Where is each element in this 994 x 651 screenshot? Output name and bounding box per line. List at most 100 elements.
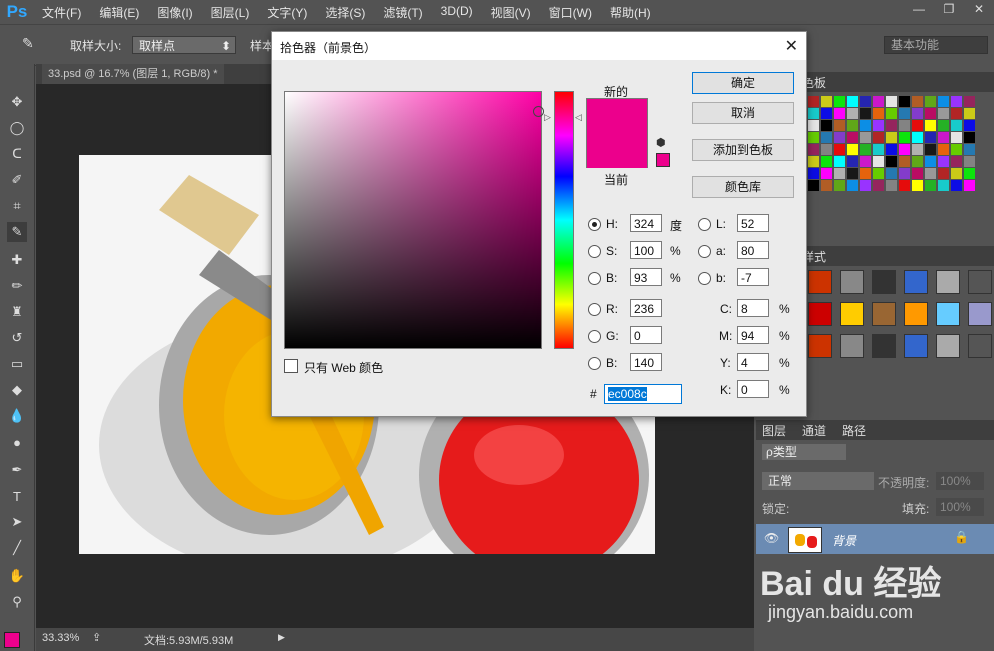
swatch-cell[interactable] bbox=[821, 96, 832, 107]
swatch-cell[interactable] bbox=[951, 156, 962, 167]
path-select-tool-icon[interactable]: ➤ bbox=[7, 512, 27, 532]
swatch-cell[interactable] bbox=[964, 144, 975, 155]
add-to-swatches-button[interactable]: 添加到色板 bbox=[692, 139, 794, 161]
workspace-select[interactable]: 基本功能 bbox=[884, 36, 988, 54]
brush-tool-icon[interactable]: ✏ bbox=[7, 276, 27, 296]
swatch-cell[interactable] bbox=[834, 168, 845, 179]
current-color-swatch[interactable] bbox=[587, 134, 647, 168]
swatch-cell[interactable] bbox=[938, 144, 949, 155]
swatch-cell[interactable] bbox=[951, 96, 962, 107]
swatch-cell[interactable] bbox=[860, 156, 871, 167]
style-cell[interactable] bbox=[936, 270, 960, 294]
style-cell[interactable] bbox=[808, 302, 832, 326]
hex-field[interactable]: ec008c bbox=[604, 384, 682, 404]
r-field[interactable]: 236 bbox=[630, 299, 662, 317]
swatch-cell[interactable] bbox=[821, 144, 832, 155]
swatch-cell[interactable] bbox=[964, 120, 975, 131]
eyedropper-icon[interactable]: ✎ bbox=[22, 35, 34, 52]
swatch-cell[interactable] bbox=[860, 180, 871, 191]
swatch-cell[interactable] bbox=[899, 168, 910, 179]
swatch-cell[interactable] bbox=[951, 132, 962, 143]
style-cell[interactable] bbox=[968, 270, 992, 294]
style-cell[interactable] bbox=[840, 302, 864, 326]
swatch-cell[interactable] bbox=[951, 180, 962, 191]
out-of-gamut-cube-icon[interactable]: ⬢ bbox=[656, 136, 666, 149]
blue-field[interactable]: 140 bbox=[630, 353, 662, 371]
marquee-tool-icon[interactable]: ◯ bbox=[7, 118, 27, 138]
swatch-cell[interactable] bbox=[886, 144, 897, 155]
swatch-cell[interactable] bbox=[951, 120, 962, 131]
radio-blue[interactable] bbox=[588, 357, 601, 370]
menu-view[interactable]: 视图(V) bbox=[491, 4, 531, 21]
quick-select-tool-icon[interactable]: ✐ bbox=[7, 170, 27, 190]
h-field[interactable]: 324 bbox=[630, 214, 662, 232]
style-cell[interactable] bbox=[872, 270, 896, 294]
menu-filter[interactable]: 滤镜(T) bbox=[383, 4, 422, 21]
radio-a[interactable] bbox=[698, 245, 711, 258]
menu-image[interactable]: 图像(I) bbox=[157, 4, 192, 21]
swatch-cell[interactable] bbox=[964, 132, 975, 143]
swatch-cell[interactable] bbox=[886, 180, 897, 191]
swatch-cell[interactable] bbox=[873, 96, 884, 107]
dodge-tool-icon[interactable]: ● bbox=[7, 432, 27, 452]
swatch-cell[interactable] bbox=[873, 180, 884, 191]
swatch-cell[interactable] bbox=[873, 144, 884, 155]
swatch-cell[interactable] bbox=[938, 180, 949, 191]
swatch-cell[interactable] bbox=[886, 168, 897, 179]
visibility-eye-icon[interactable]: 👁 bbox=[764, 531, 779, 545]
line-tool-icon[interactable]: ╱ bbox=[7, 538, 27, 558]
swatch-cell[interactable] bbox=[847, 132, 858, 143]
swatch-grid[interactable] bbox=[808, 96, 975, 196]
swatch-cell[interactable] bbox=[873, 108, 884, 119]
m-field[interactable]: 94 bbox=[737, 326, 769, 344]
swatch-cell[interactable] bbox=[847, 96, 858, 107]
tab-paths[interactable]: 路径 bbox=[842, 422, 866, 439]
swatch-cell[interactable] bbox=[821, 168, 832, 179]
swatch-cell[interactable] bbox=[834, 132, 845, 143]
a-field[interactable]: 80 bbox=[737, 241, 769, 259]
zoom-level[interactable]: 33.33% bbox=[42, 632, 79, 644]
menu-help[interactable]: 帮助(H) bbox=[610, 4, 651, 21]
swatch-cell[interactable] bbox=[860, 132, 871, 143]
swatch-cell[interactable] bbox=[808, 180, 819, 191]
swatch-cell[interactable] bbox=[964, 96, 975, 107]
swatch-cell[interactable] bbox=[938, 108, 949, 119]
style-cell[interactable] bbox=[872, 302, 896, 326]
menu-layer[interactable]: 图层(L) bbox=[211, 4, 250, 21]
menu-window[interactable]: 窗口(W) bbox=[549, 4, 592, 21]
swatch-cell[interactable] bbox=[834, 144, 845, 155]
swatch-cell[interactable] bbox=[938, 156, 949, 167]
crop-tool-icon[interactable]: ⌗ bbox=[7, 196, 27, 216]
swatch-cell[interactable] bbox=[886, 132, 897, 143]
swatch-cell[interactable] bbox=[899, 144, 910, 155]
swatch-cell[interactable] bbox=[808, 168, 819, 179]
b-lab-field[interactable]: -7 bbox=[737, 268, 769, 286]
swatch-cell[interactable] bbox=[899, 156, 910, 167]
swatch-cell[interactable] bbox=[834, 96, 845, 107]
style-cell[interactable] bbox=[936, 334, 960, 358]
eyedropper-tool-icon[interactable]: ✎ bbox=[7, 222, 27, 242]
swatch-cell[interactable] bbox=[886, 120, 897, 131]
swatch-cell[interactable] bbox=[925, 120, 936, 131]
history-brush-tool-icon[interactable]: ↺ bbox=[7, 328, 27, 348]
ok-button[interactable]: 确定 bbox=[692, 72, 794, 94]
swatch-cell[interactable] bbox=[834, 120, 845, 131]
radio-brightness[interactable] bbox=[588, 272, 601, 285]
healing-tool-icon[interactable]: ✚ bbox=[7, 250, 27, 270]
swatch-cell[interactable] bbox=[847, 108, 858, 119]
swatch-cell[interactable] bbox=[964, 156, 975, 167]
hand-tool-icon[interactable]: ✋ bbox=[7, 566, 27, 586]
style-cell[interactable] bbox=[808, 334, 832, 358]
radio-g[interactable] bbox=[588, 330, 601, 343]
swatch-cell[interactable] bbox=[808, 108, 819, 119]
hue-slider-left-arrow-icon[interactable]: ▷ bbox=[544, 112, 551, 123]
swatch-cell[interactable] bbox=[938, 120, 949, 131]
style-cell[interactable] bbox=[840, 270, 864, 294]
swatch-cell[interactable] bbox=[899, 120, 910, 131]
style-cell[interactable] bbox=[904, 302, 928, 326]
cancel-button[interactable]: 取消 bbox=[692, 102, 794, 124]
style-cell[interactable] bbox=[904, 334, 928, 358]
menu-3d[interactable]: 3D(D) bbox=[441, 4, 473, 21]
swatch-cell[interactable] bbox=[912, 120, 923, 131]
sample-size-select[interactable]: 取样点 ⬍ bbox=[132, 36, 236, 54]
